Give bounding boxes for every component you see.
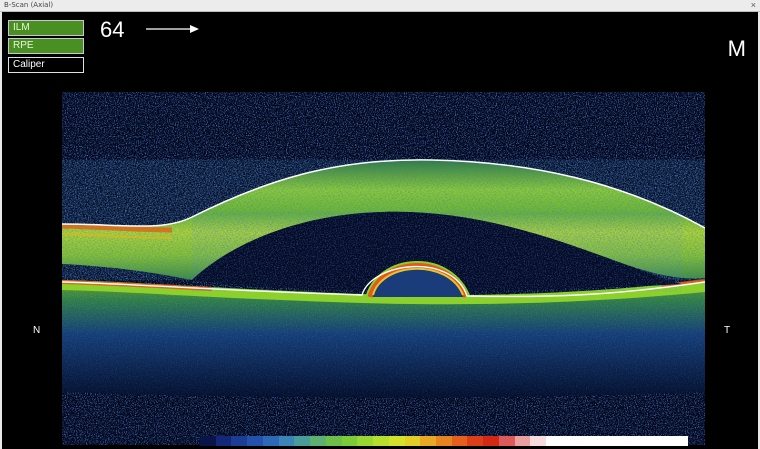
- bscan-window: B-Scan (Axial) × ILM RPE Caliper 64 M N …: [0, 0, 760, 449]
- intensity-colorbar: [200, 436, 688, 446]
- arrow-right-icon: [146, 25, 199, 33]
- colorbar-segment: [373, 436, 389, 446]
- colorbar-segment: [609, 436, 625, 446]
- nasal-label: N: [33, 325, 41, 336]
- colorbar-segment: [310, 436, 326, 446]
- window-title: B-Scan (Axial): [4, 1, 54, 9]
- colorbar-segment: [451, 436, 468, 446]
- colorbar-segment: [231, 436, 248, 446]
- colorbar-segment: [483, 436, 499, 446]
- eye-label: M: [727, 36, 746, 61]
- colorbar-segment: [498, 436, 515, 446]
- colorbar-segment: [278, 436, 295, 446]
- colorbar-segment: [530, 436, 547, 446]
- close-icon[interactable]: ×: [751, 0, 756, 11]
- colorbar-segment: [200, 436, 216, 446]
- colorbar-segment: [561, 436, 578, 446]
- colorbar-segment: [325, 436, 342, 446]
- colorbar-segment: [436, 436, 452, 446]
- colorbar-segment: [420, 436, 437, 446]
- colorbar-segment: [404, 436, 421, 446]
- colorbar-segment: [341, 436, 358, 446]
- scan-number: 64: [100, 17, 125, 42]
- colorbar-segment: [467, 436, 484, 446]
- colorbar-segment: [656, 436, 673, 446]
- colorbar-segment: [672, 436, 688, 446]
- ilm-layer-toggle[interactable]: ILM: [8, 20, 84, 36]
- oct-bscan-image[interactable]: [62, 92, 705, 445]
- colorbar-segment: [247, 436, 263, 446]
- colorbar-segment: [262, 436, 279, 446]
- colorbar-segment: [546, 436, 562, 446]
- colorbar-segment: [640, 436, 657, 446]
- colorbar-segment: [624, 436, 641, 446]
- colorbar-segment: [215, 436, 232, 446]
- colorbar-segment: [388, 436, 405, 446]
- colorbar-segment: [514, 436, 531, 446]
- colorbar-segment: [357, 436, 374, 446]
- temporal-label: T: [724, 325, 731, 336]
- colorbar-segment: [577, 436, 594, 446]
- rpe-layer-toggle[interactable]: RPE: [8, 38, 84, 54]
- title-bar[interactable]: B-Scan (Axial) ×: [0, 0, 760, 12]
- caliper-button[interactable]: Caliper: [8, 57, 84, 73]
- window-border-left: [0, 12, 2, 449]
- colorbar-segment: [294, 436, 311, 446]
- colorbar-segment: [593, 436, 610, 446]
